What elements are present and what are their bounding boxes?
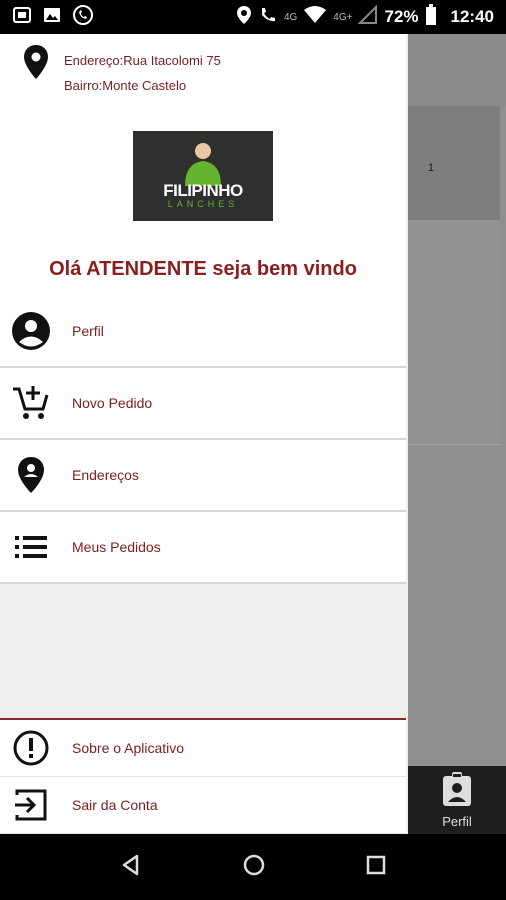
status-bar: 4G 4G+ 72% 12:40	[0, 0, 506, 34]
network-type-label: 4G	[283, 11, 298, 23]
menu-item-enderecos[interactable]: Endereços	[0, 440, 406, 512]
list-icon	[0, 533, 62, 561]
account-circle-icon	[0, 311, 62, 351]
network-type-label-2: 4G+	[333, 11, 353, 23]
background-app: 1 Perfil	[408, 34, 506, 834]
call-status-icon	[258, 5, 278, 30]
menu-item-label: Perfil	[72, 323, 104, 339]
clock: 12:40	[450, 7, 494, 26]
restaurant-logo: FILIPINHO LANCHES	[133, 131, 273, 221]
whatsapp-notification-icon	[72, 4, 94, 31]
menu-item-perfil[interactable]: Perfil	[0, 296, 406, 368]
image-notification-icon	[42, 5, 62, 30]
background-row-number: 1	[428, 162, 435, 174]
exit-icon	[0, 787, 62, 823]
navigation-drawer: Endereço:Rua Itacolomi 75 Bairro:Monte C…	[0, 34, 408, 836]
menu-item-sobre-aplicativo[interactable]: Sobre o Aplicativo	[0, 720, 406, 777]
clipboard-account-icon	[440, 771, 474, 812]
welcome-message: Olá ATENDENTE seja bem vindo	[49, 258, 357, 280]
back-button[interactable]	[119, 853, 143, 882]
background-tab-label: Perfil	[442, 814, 472, 829]
logo-subtitle: LANCHES	[167, 199, 239, 209]
recents-button[interactable]	[365, 854, 387, 881]
background-header	[408, 34, 506, 106]
logo-title: FILIPINHO	[163, 181, 243, 200]
menu-item-label: Meus Pedidos	[72, 539, 161, 555]
background-list-row: 1	[408, 106, 500, 220]
screenshot-notification-icon	[12, 5, 32, 30]
menu-item-sair-da-conta[interactable]: Sair da Conta	[0, 777, 406, 834]
neighborhood-line: Bairro:Monte Castelo	[64, 78, 187, 93]
menu-item-novo-pedido[interactable]: Novo Pedido	[0, 368, 406, 440]
menu-item-label: Endereços	[72, 467, 139, 483]
signal-icon	[358, 4, 378, 30]
home-button[interactable]	[242, 853, 266, 882]
navigation-bar	[0, 834, 506, 900]
add-shopping-cart-icon	[0, 383, 62, 423]
drawer-header: Endereço:Rua Itacolomi 75 Bairro:Monte C…	[0, 34, 406, 298]
menu-item-label: Sair da Conta	[72, 797, 158, 813]
address-line: Endereço:Rua Itacolomi 75	[64, 53, 221, 68]
location-status-icon	[236, 5, 252, 30]
location-pin-icon	[22, 44, 50, 85]
drawer-footer: Sobre o Aplicativo Sair da Conta	[0, 718, 406, 836]
location-pin-icon	[0, 456, 62, 494]
info-exclamation-icon	[0, 729, 62, 767]
battery-icon	[425, 3, 437, 31]
menu-item-label: Novo Pedido	[72, 395, 153, 411]
menu-item-label: Sobre o Aplicativo	[72, 740, 185, 756]
drawer-menu: Perfil Novo Pedido Endereços Meus Pedido…	[0, 296, 406, 584]
background-list-row	[408, 220, 500, 333]
battery-percent: 72%	[384, 7, 419, 26]
background-bottom-tab-perfil: Perfil	[408, 766, 506, 834]
background-list-row	[408, 332, 500, 445]
wifi-icon	[303, 5, 327, 30]
menu-item-meus-pedidos[interactable]: Meus Pedidos	[0, 512, 406, 584]
